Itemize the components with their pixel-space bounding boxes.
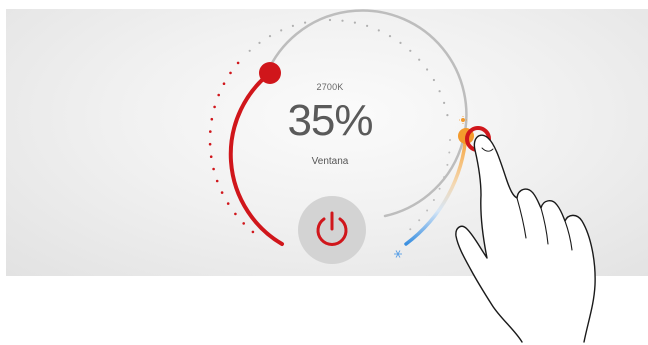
dial-dot [209, 130, 212, 133]
dial-dot [409, 228, 412, 231]
dial-dot [399, 41, 402, 45]
dimmer-screen: 2700K 35% Ventana [0, 0, 648, 345]
snowflake-icon [394, 250, 402, 258]
dial-dot [208, 142, 212, 146]
dial-dot [248, 49, 251, 52]
dial-dot [366, 24, 369, 27]
dial-dot [418, 58, 421, 61]
dial-dot [438, 90, 441, 93]
dial-dot [426, 68, 429, 71]
dimmer-dial [208, 9, 491, 258]
brightness-value: 35% [287, 96, 373, 145]
room-name: Ventana [311, 156, 349, 167]
power-icon [316, 211, 348, 246]
dial-dot [446, 114, 449, 117]
dial-dot [220, 191, 224, 194]
dial-dot [258, 41, 261, 45]
dial-dot [217, 93, 220, 97]
dial-dot [377, 29, 380, 32]
dial-dot [280, 29, 283, 32]
dial-dot [409, 49, 412, 52]
dial-dot [353, 21, 356, 24]
color-temperature-value: 2700K [316, 82, 344, 92]
dial-dot [438, 187, 441, 190]
dial-dot [432, 199, 435, 201]
dial-dot [213, 105, 216, 109]
dial-dot [446, 163, 449, 166]
dial-dot [215, 179, 219, 183]
dial-dot [236, 61, 240, 65]
dial-dot [328, 18, 332, 22]
dial-dot [242, 222, 245, 225]
dial-dot [449, 139, 451, 141]
dial-dot [304, 21, 307, 24]
dial-dot [210, 117, 214, 121]
dial-dot [209, 155, 213, 158]
dial-dot [448, 151, 451, 154]
dial-dot [251, 230, 255, 234]
dial-dot [388, 35, 392, 38]
dial-dot [418, 219, 421, 222]
dial-dot [426, 209, 429, 212]
dial-dot [212, 167, 215, 171]
dial-dot [234, 212, 237, 216]
dial-dot [226, 202, 230, 205]
dial-dot [443, 101, 446, 104]
brightness-slider-handle[interactable] [259, 62, 281, 84]
dial-dot [341, 19, 344, 22]
dial-dot [291, 24, 294, 27]
dial-dot [268, 35, 272, 38]
dial-dot [432, 78, 435, 82]
dial-dot [229, 71, 232, 75]
power-button[interactable] [298, 196, 366, 264]
dial-dot [222, 82, 226, 85]
